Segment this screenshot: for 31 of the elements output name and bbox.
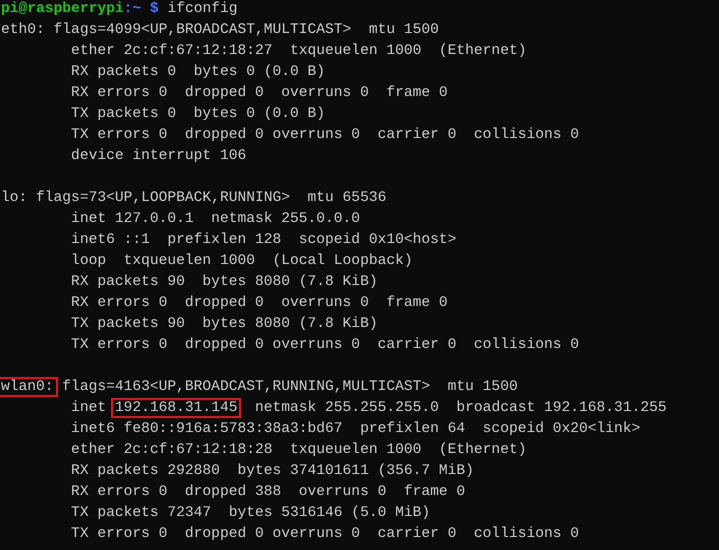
output-text: RX errors 0 dropped 0 overruns 0 frame 0: [70, 85, 448, 101]
output-text: lo: flags=73<UP,LOOPBACK,RUNNING> mtu 65536: [1, 190, 386, 206]
output-text: netmask 255.255.255.0 broadcast 192.168.31.255: [254, 400, 667, 416]
output-text: loop txqueuelen 1000 (Local Loopback): [70, 253, 413, 269]
output-text: RX errors 0 dropped 0 overruns 0 frame 0: [70, 295, 448, 311]
output-text: inet6 ::1 prefixlen 128 scopeid 0x10<host>: [70, 232, 456, 248]
output-text: device interrupt 106: [70, 148, 246, 164]
output-text: TX packets 72347 bytes 5316146 (5.0 MiB): [70, 505, 430, 521]
output-text: TX packets 90 bytes 8080 (7.8 KiB): [70, 316, 378, 332]
output-text: TX errors 0 dropped 0 overruns 0 carrier 0 collisions 0: [70, 526, 580, 542]
output-text: TX errors 0 dropped 0 overruns 0 carrier 0 collisions 0: [70, 337, 580, 353]
output-text: TX packets 0 bytes 0 (0.0 B): [70, 106, 326, 122]
output-text: RX packets 90 bytes 8080 (7.8 KiB): [70, 274, 378, 290]
output-text: ether 2c:cf:67:12:18:27 txqueuelen 1000 (Ethernet): [70, 43, 526, 59]
output-text: TX errors 0 dropped 0 overruns 0 carrier 0 collisions 0: [70, 127, 580, 143]
prompt-path: ~: [132, 1, 142, 17]
prompt-user-host: pi@raspberrypi: [1, 1, 124, 17]
output-text: flags=4163<UP,BROADCAST,RUNNING,MULTICAST> mtu 1500: [61, 379, 518, 395]
output-text: inet6 fe80::916a:5783:38a3:bd67 prefixlen 64 scopeid 0x20<link>: [70, 421, 640, 437]
output-text: eth0: flags=4099<UP,BROADCAST,MULTICAST> mtu 1500: [1, 22, 439, 38]
highlighted-text: 192.168.31.145: [110, 398, 242, 418]
highlighted-text: wlan0:: [0, 377, 58, 397]
output-text: RX packets 0 bytes 0 (0.0 B): [70, 64, 326, 80]
output-text: inet 127.0.0.1 netmask 255.0.0.0: [70, 211, 360, 227]
output-text: ether 2c:cf:67:12:18:28 txqueuelen 1000 (Ethernet): [70, 442, 526, 458]
output-text: inet: [70, 400, 108, 416]
output-text: RX errors 0 dropped 388 overruns 0 frame 0: [70, 484, 466, 500]
command-text: ifconfig: [167, 1, 238, 17]
prompt-symbol: $: [150, 1, 159, 17]
output-text: RX packets 292880 bytes 374101611 (356.7 MiB): [70, 463, 474, 479]
prompt-separator: :: [124, 1, 132, 17]
